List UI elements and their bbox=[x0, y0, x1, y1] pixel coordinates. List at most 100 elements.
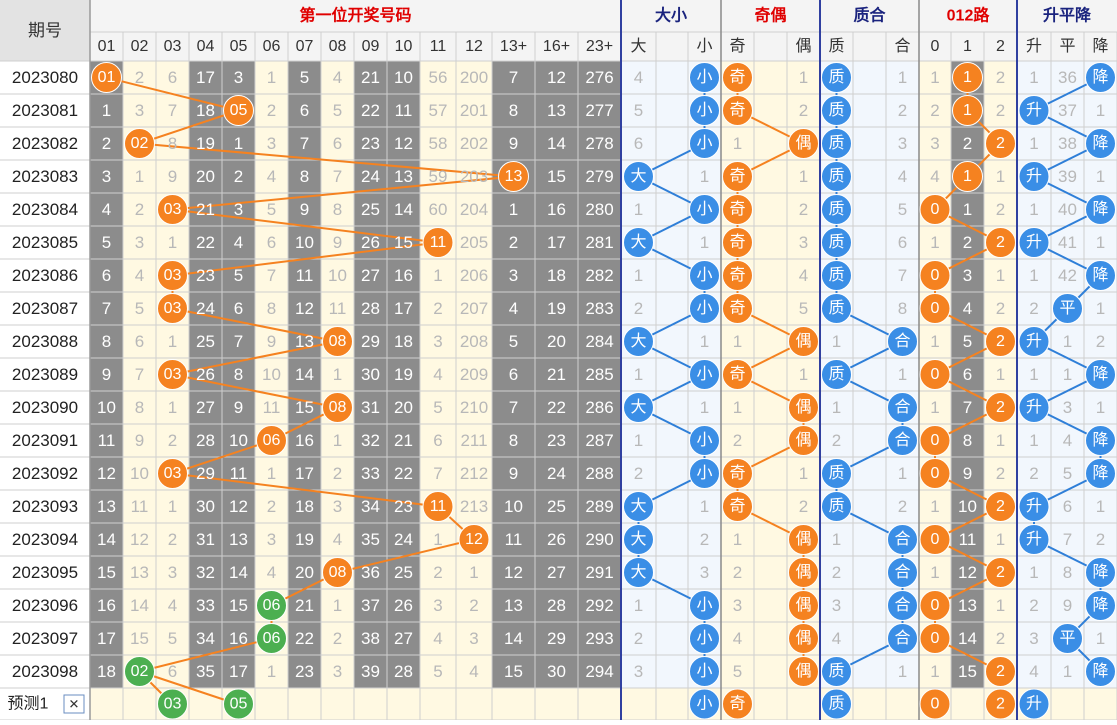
cell-bg bbox=[853, 589, 886, 622]
period-label: 2023089 bbox=[12, 365, 78, 384]
table-cell: 1 bbox=[799, 167, 808, 186]
hit-ball-label: 降 bbox=[1092, 68, 1108, 86]
table-cell: 28 bbox=[196, 431, 215, 450]
table-cell: 211 bbox=[460, 431, 487, 450]
cell-bg bbox=[853, 160, 886, 193]
table-cell: 40 bbox=[1058, 200, 1077, 219]
table-cell: 3 bbox=[102, 167, 111, 186]
hit-ball-label: 合 bbox=[894, 431, 910, 449]
prediction-ball-label: 05 bbox=[230, 696, 248, 713]
hit-ball-label: 合 bbox=[894, 530, 910, 548]
prediction-ball-label: 03 bbox=[164, 696, 182, 713]
hit-ball-label: 升 bbox=[1026, 497, 1042, 515]
table-cell: 1 bbox=[996, 530, 1005, 549]
hit-ball-label: 小 bbox=[696, 101, 712, 119]
table-cell: 3 bbox=[333, 497, 342, 516]
table-cell: 1 bbox=[733, 398, 742, 417]
table-cell: 7 bbox=[300, 134, 309, 153]
table-cell: 9 bbox=[963, 464, 972, 483]
table-cell: 294 bbox=[585, 662, 613, 681]
table-cell: 5 bbox=[300, 68, 309, 87]
table-cell: 3 bbox=[135, 233, 144, 252]
table-cell: 2 bbox=[102, 134, 111, 153]
table-cell: 285 bbox=[585, 365, 613, 384]
table-cell: 1 bbox=[700, 332, 709, 351]
cell-bg bbox=[754, 61, 787, 94]
table-cell: 3 bbox=[234, 200, 243, 219]
table-cell: 60 bbox=[429, 200, 448, 219]
table-cell: 2 bbox=[963, 233, 972, 252]
table-cell: 18 bbox=[196, 101, 215, 120]
trend-chart-svg: 期号第一位开奖号码 大小 奇偶 质合 012路 升平降01 02 03 04 05 06 07 08 09… bbox=[0, 0, 1117, 721]
table-cell: 1 bbox=[700, 233, 709, 252]
table-cell: 30 bbox=[196, 497, 215, 516]
column-header: 06 bbox=[263, 38, 281, 55]
table-cell: 25 bbox=[547, 497, 566, 516]
hit-ball-label: 平 bbox=[1059, 300, 1075, 317]
column-header: 12 bbox=[465, 38, 483, 55]
table-cell: 3 bbox=[333, 662, 342, 681]
hit-ball-label: 质 bbox=[828, 497, 844, 515]
cell-bg bbox=[656, 622, 688, 655]
table-cell: 13 bbox=[394, 167, 413, 186]
table-cell: 206 bbox=[460, 266, 488, 285]
table-cell: 3 bbox=[1063, 398, 1072, 417]
table-cell: 2 bbox=[333, 464, 342, 483]
table-cell: 4 bbox=[509, 299, 518, 318]
table-cell: 23 bbox=[361, 134, 380, 153]
table-cell: 4 bbox=[433, 629, 442, 648]
column-header: 08 bbox=[329, 38, 347, 55]
group-header-0: 第一位开奖号码 bbox=[299, 6, 411, 25]
prediction-prime-ball-label: 质 bbox=[828, 695, 844, 713]
hit-ball-label: 大 bbox=[630, 332, 646, 350]
table-cell: 1 bbox=[634, 365, 643, 384]
hit-ball-label: 小 bbox=[696, 662, 712, 680]
table-cell: 6 bbox=[433, 431, 442, 450]
table-cell: 11 bbox=[329, 299, 347, 318]
table-cell: 1 bbox=[733, 134, 742, 153]
table-cell: 22 bbox=[361, 101, 380, 120]
table-cell: 3 bbox=[634, 662, 643, 681]
period-label: 2023097 bbox=[12, 629, 78, 648]
table-cell: 1 bbox=[1096, 497, 1105, 516]
table-cell: 34 bbox=[196, 629, 215, 648]
table-cell: 292 bbox=[585, 596, 613, 615]
hit-ball-label: 0 bbox=[931, 300, 940, 317]
table-cell: 12 bbox=[130, 530, 149, 549]
hit-ball-label: 03 bbox=[164, 366, 182, 383]
hit-ball-label: 降 bbox=[1092, 662, 1108, 680]
table-cell: 26 bbox=[196, 365, 215, 384]
cell-bg bbox=[853, 226, 886, 259]
table-cell: 2 bbox=[733, 563, 742, 582]
hit-ball-label: 偶 bbox=[795, 662, 811, 680]
table-cell: 2 bbox=[634, 629, 643, 648]
table-cell: 3 bbox=[135, 101, 144, 120]
table-cell: 17 bbox=[547, 233, 566, 252]
hit-ball-label: 大 bbox=[630, 563, 646, 581]
table-cell: 1 bbox=[799, 68, 808, 87]
table-cell: 1 bbox=[930, 398, 939, 417]
hit-ball-label: 偶 bbox=[795, 596, 811, 614]
table-cell: 276 bbox=[585, 68, 613, 87]
table-cell: 2 bbox=[996, 299, 1005, 318]
hit-ball-label: 大 bbox=[630, 233, 646, 251]
hit-ball-label: 11 bbox=[430, 498, 447, 515]
hit-ball-label: 0 bbox=[931, 432, 940, 449]
hit-ball-label: 06 bbox=[263, 432, 281, 449]
table-cell: 287 bbox=[585, 431, 613, 450]
hit-ball-label: 小 bbox=[696, 629, 712, 647]
table-cell: 29 bbox=[196, 464, 215, 483]
table-cell: 16 bbox=[229, 629, 248, 648]
hit-ball-label: 03 bbox=[164, 465, 182, 482]
column-header: 1 bbox=[963, 38, 972, 55]
table-cell: 29 bbox=[361, 332, 380, 351]
table-cell: 1 bbox=[996, 596, 1005, 615]
cell-bg bbox=[656, 61, 688, 94]
table-cell: 3 bbox=[469, 629, 478, 648]
hit-ball-label: 质 bbox=[828, 662, 844, 680]
table-cell: 1 bbox=[1029, 563, 1038, 582]
table-cell: 277 bbox=[585, 101, 613, 120]
table-cell: 19 bbox=[394, 365, 413, 384]
prediction-route-ball-label: 0 bbox=[931, 696, 940, 713]
table-cell: 22 bbox=[394, 464, 413, 483]
